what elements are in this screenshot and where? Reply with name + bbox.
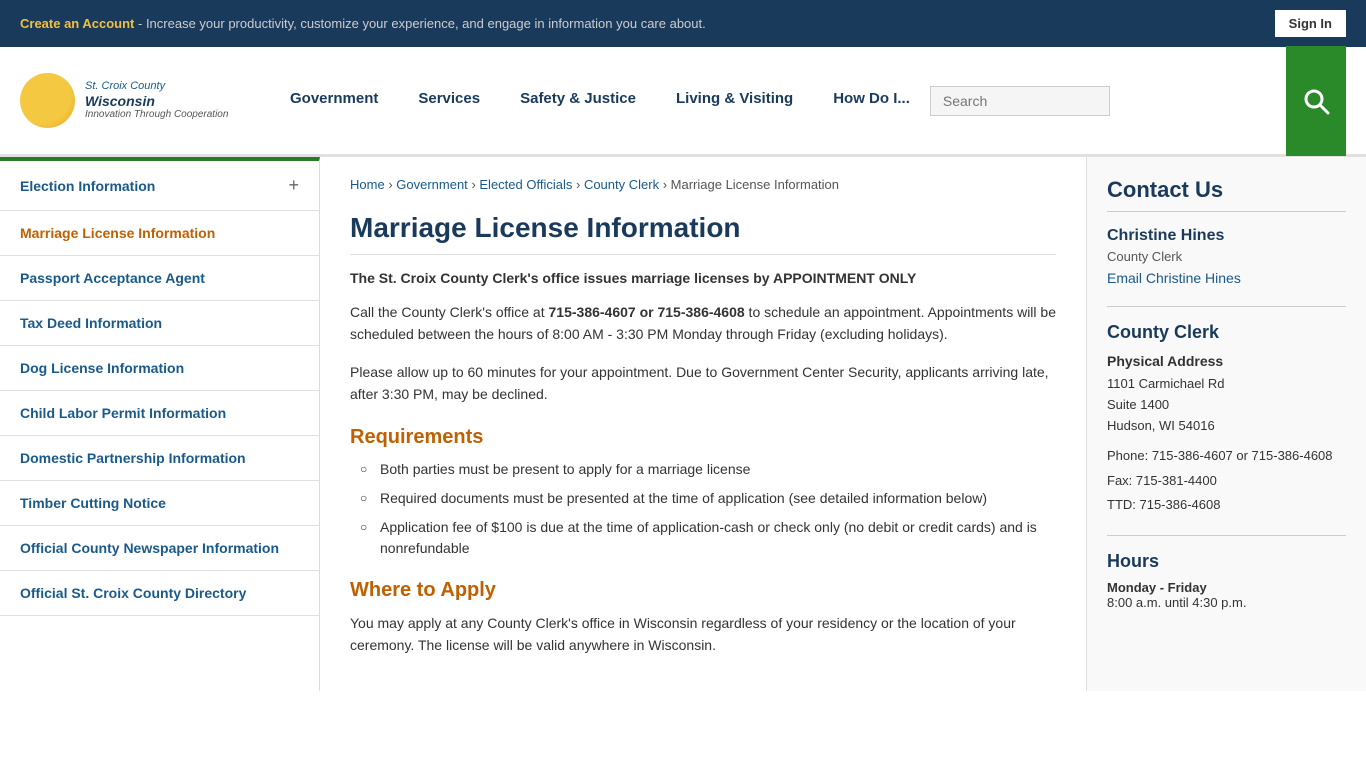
contact-email: Email Christine Hines	[1107, 270, 1346, 286]
hours-title: Hours	[1107, 551, 1346, 572]
physical-address-label: Physical Address	[1107, 353, 1346, 369]
address-line-2: Suite 1400	[1107, 397, 1169, 412]
sidebar-item-taxdeed[interactable]: Tax Deed Information	[0, 301, 319, 346]
sidebar-item-newspaper[interactable]: Official County Newspaper Information	[0, 526, 319, 571]
contact-name: Christine Hines	[1107, 227, 1346, 245]
sidebar-item-childlabor[interactable]: Child Labor Permit Information	[0, 391, 319, 436]
nav-government[interactable]: Government	[270, 47, 398, 154]
requirements-list: Both parties must be present to apply fo…	[350, 459, 1056, 559]
logo-sun-icon	[20, 73, 75, 128]
search-button[interactable]	[1286, 46, 1346, 156]
sidebar-item-marriage[interactable]: Marriage License Information	[0, 211, 319, 256]
contact-person: Christine Hines County Clerk Email Chris…	[1107, 227, 1346, 286]
banner-message: Create an Account - Increase your produc…	[20, 16, 706, 31]
contact-us-title: Contact Us	[1107, 177, 1346, 212]
search-area	[930, 86, 1110, 116]
breadcrumb-elected-officials[interactable]: Elected Officials	[479, 177, 572, 192]
where-to-apply-text: You may apply at any County Clerk's offi…	[350, 612, 1056, 657]
sidebar-item-directory[interactable]: Official St. Croix County Directory	[0, 571, 319, 616]
page-title: Marriage License Information	[350, 212, 1056, 255]
content-wrapper: Election Information + Marriage License …	[0, 157, 1366, 691]
sidebar-item-passport[interactable]: Passport Acceptance Agent	[0, 256, 319, 301]
requirement-item-1: Both parties must be present to apply fo…	[360, 459, 1056, 480]
body-paragraph-1: Call the County Clerk's office at 715-38…	[350, 301, 1056, 346]
email-link[interactable]: Email Christine Hines	[1107, 270, 1241, 286]
logo-text: St. Croix County Wisconsin Innovation Th…	[85, 80, 228, 122]
contact-role: County Clerk	[1107, 249, 1346, 264]
search-input[interactable]	[943, 93, 1073, 109]
nav-safety-justice[interactable]: Safety & Justice	[500, 47, 656, 154]
main-content: Home › Government › Elected Officials › …	[320, 157, 1086, 691]
main-nav: Government Services Safety & Justice Liv…	[270, 47, 1276, 154]
phone: Phone: 715-386-4607 or 715-386-4608	[1107, 446, 1346, 466]
hours-section: Hours Monday - Friday 8:00 a.m. until 4:…	[1107, 535, 1346, 610]
body-paragraph-2: Please allow up to 60 minutes for your a…	[350, 361, 1056, 406]
hours-time: 8:00 a.m. until 4:30 p.m.	[1107, 595, 1346, 610]
sidebar-item-timber[interactable]: Timber Cutting Notice	[0, 481, 319, 526]
breadcrumb-home[interactable]: Home	[350, 177, 385, 192]
intro-text: The St. Croix County Clerk's office issu…	[350, 270, 1056, 286]
create-account-link[interactable]: Create an Account	[20, 16, 134, 31]
breadcrumb-county-clerk[interactable]: County Clerk	[584, 177, 659, 192]
requirement-item-3: Application fee of $100 is due at the ti…	[360, 517, 1056, 559]
fax: Fax: 715-381-4400	[1107, 471, 1346, 491]
expand-icon: +	[288, 175, 299, 196]
breadcrumb: Home › Government › Elected Officials › …	[350, 177, 1056, 192]
search-icon	[1302, 87, 1330, 115]
logo-area: St. Croix County Wisconsin Innovation Th…	[20, 73, 240, 128]
left-sidebar: Election Information + Marriage License …	[0, 157, 320, 691]
address-line-3: Hudson, WI 54016	[1107, 418, 1215, 433]
sidebar-item-doglicense[interactable]: Dog License Information	[0, 346, 319, 391]
nav-living-visiting[interactable]: Living & Visiting	[656, 47, 813, 154]
sidebar-item-domestic[interactable]: Domestic Partnership Information	[0, 436, 319, 481]
nav-how-do-i[interactable]: How Do I...	[813, 47, 930, 154]
sidebar-item-election[interactable]: Election Information +	[0, 161, 319, 211]
top-banner: Create an Account - Increase your produc…	[0, 0, 1366, 47]
address: 1101 Carmichael Rd Suite 1400 Hudson, WI…	[1107, 374, 1346, 436]
county-clerk-title: County Clerk	[1107, 322, 1346, 343]
county-clerk-section: County Clerk Physical Address 1101 Carmi…	[1107, 306, 1346, 515]
where-to-apply-heading: Where to Apply	[350, 579, 1056, 602]
sign-in-button[interactable]: Sign In	[1275, 10, 1346, 37]
hours-day: Monday - Friday	[1107, 580, 1346, 595]
ttd: TTD: 715-386-4608	[1107, 495, 1346, 515]
nav-services[interactable]: Services	[398, 47, 500, 154]
breadcrumb-government[interactable]: Government	[396, 177, 468, 192]
address-line-1: 1101 Carmichael Rd	[1107, 376, 1225, 391]
banner-text: - Increase your productivity, customize …	[134, 16, 705, 31]
breadcrumb-current: Marriage License Information	[671, 177, 839, 192]
requirements-heading: Requirements	[350, 426, 1056, 449]
header: St. Croix County Wisconsin Innovation Th…	[0, 47, 1366, 157]
right-sidebar: Contact Us Christine Hines County Clerk …	[1086, 157, 1366, 691]
requirement-item-2: Required documents must be presented at …	[360, 488, 1056, 509]
